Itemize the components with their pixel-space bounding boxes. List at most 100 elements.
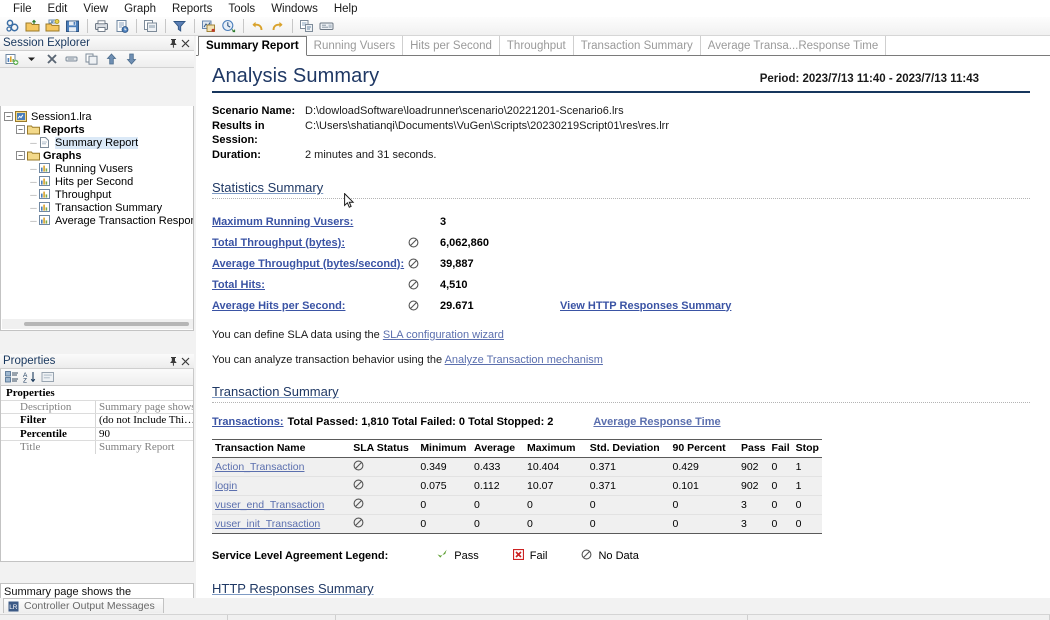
rename-icon[interactable]: [62, 51, 81, 68]
tree-group-reports[interactable]: − Reports: [4, 123, 193, 136]
stat-row-average-throughput: Average Throughput (bytes/second): 39,88…: [212, 253, 1034, 274]
expander-icon[interactable]: −: [4, 112, 13, 121]
table-row[interactable]: Action_Transaction 0.349 0.433 10.404 0.…: [212, 457, 822, 477]
controller-output-messages-tab[interactable]: LR Controller Output Messages: [3, 598, 164, 613]
drill-down-icon[interactable]: [297, 18, 316, 35]
average-response-time-link[interactable]: Average Response Time: [593, 416, 720, 428]
stat-label[interactable]: Total Hits:: [212, 279, 408, 291]
menu-file[interactable]: File: [5, 1, 40, 17]
sla-legend-fail-label: Fail: [529, 549, 548, 562]
sla-legend-no-data: No Data: [581, 549, 639, 563]
open-folder-icon[interactable]: [23, 18, 42, 35]
graph-properties-icon[interactable]: [317, 18, 336, 35]
property-row-title[interactable]: Title Summary Report: [1, 440, 193, 454]
menu-tools[interactable]: Tools: [220, 1, 263, 17]
menu-view[interactable]: View: [75, 1, 116, 17]
property-row-description[interactable]: Description Summary page shows t: [1, 399, 193, 413]
tree-item-throughput[interactable]: ─ Throughput: [4, 188, 193, 201]
properties-group-row[interactable]: ▼ Properties: [1, 386, 193, 400]
filter-icon[interactable]: [170, 18, 189, 35]
table-row[interactable]: vuser_init_Transaction 0 0 0 0 0 3 0 0: [212, 514, 822, 534]
analyze-transaction-mechanism-link[interactable]: Analyze Transaction mechanism: [445, 354, 603, 366]
alphabetical-sort-icon[interactable]: AZ: [22, 370, 37, 384]
menu-graph[interactable]: Graph: [116, 1, 164, 17]
close-icon[interactable]: [180, 356, 191, 367]
tree-item-avg-transaction-response-time[interactable]: ─ Average Transaction Response Ti: [4, 214, 193, 227]
categorized-view-icon[interactable]: [4, 370, 19, 384]
tab-transaction-summary[interactable]: Transaction Summary: [573, 36, 701, 55]
redo-icon[interactable]: [268, 18, 287, 35]
print-icon[interactable]: [92, 18, 111, 35]
tree-item-hits-per-second[interactable]: ─ Hits per Second: [4, 175, 193, 188]
cell-transaction-name[interactable]: Action_Transaction: [212, 457, 351, 477]
table-row[interactable]: vuser_end_Transaction 0 0 0 0 0 3 0 0: [212, 495, 822, 515]
tab-running-vusers[interactable]: Running Vusers: [306, 36, 404, 55]
sla-configuration-wizard-link[interactable]: SLA configuration wizard: [383, 329, 504, 341]
view-http-responses-summary-link[interactable]: View HTTP Responses Summary: [560, 300, 731, 312]
report-icon[interactable]: [112, 18, 131, 35]
add-graph-icon[interactable]: [2, 51, 21, 68]
cell-maximum: 0: [524, 495, 587, 515]
tab-average-transaction-response-time[interactable]: Average Transa...Response Time: [700, 36, 887, 55]
auto-correlate-icon[interactable]: [219, 18, 238, 35]
dropdown-arrow-icon[interactable]: [22, 51, 41, 68]
properties-header: Properties: [0, 354, 194, 369]
tree-item-running-vusers[interactable]: ─ Running Vusers: [4, 162, 193, 175]
transaction-name-link[interactable]: vuser_init_Transaction: [215, 518, 320, 530]
duplicate-icon[interactable]: [82, 51, 101, 68]
table-row[interactable]: login 0.075 0.112 10.07 0.371 0.101 902 …: [212, 476, 822, 496]
session-explorer-tree[interactable]: − Session1.lra − Reports ─ Summary Repor…: [0, 106, 194, 331]
bar-chart-icon: [39, 163, 52, 174]
tree-horizontal-scrollbar[interactable]: [2, 319, 193, 329]
stat-sla-cell: [408, 258, 440, 269]
save-icon[interactable]: [63, 18, 82, 35]
tab-throughput[interactable]: Throughput: [499, 36, 574, 55]
property-pages-icon[interactable]: [40, 370, 55, 384]
folder-icon: [27, 124, 40, 135]
delete-icon[interactable]: [42, 51, 61, 68]
properties-grid[interactable]: ▼ Properties Description Summary page sh…: [0, 386, 194, 562]
expander-icon[interactable]: −: [16, 151, 25, 160]
pin-icon[interactable]: [168, 38, 179, 49]
tree-item-transaction-summary[interactable]: ─ Transaction Summary: [4, 201, 193, 214]
transaction-name-link[interactable]: vuser_end_Transaction: [215, 499, 324, 511]
pin-icon[interactable]: [168, 356, 179, 367]
tab-summary-report[interactable]: Summary Report: [198, 36, 307, 56]
merge-graphs-icon[interactable]: [199, 18, 218, 35]
tree-connector: ─: [30, 176, 37, 187]
move-up-icon[interactable]: [102, 51, 121, 68]
expander-icon[interactable]: −: [16, 125, 25, 134]
cell-average: 0: [471, 514, 525, 534]
sla-legend-title: Service Level Agreement Legend:: [212, 549, 389, 562]
menu-windows[interactable]: Windows: [263, 1, 326, 17]
copy-icon[interactable]: [141, 18, 160, 35]
stat-label[interactable]: Total Throughput (bytes):: [212, 237, 408, 249]
cell-std-deviation: 0: [586, 514, 670, 534]
property-row-percentile[interactable]: Percentile 90: [1, 426, 193, 440]
tree-node-root[interactable]: − Session1.lra: [4, 110, 193, 123]
cell-transaction-name[interactable]: vuser_end_Transaction: [212, 495, 351, 515]
transaction-name-link[interactable]: Action_Transaction: [215, 461, 305, 473]
new-session-icon[interactable]: [3, 18, 22, 35]
tab-hits-per-second[interactable]: Hits per Second: [403, 36, 500, 55]
tree-item-summary-report[interactable]: ─ Summary Report: [4, 136, 193, 149]
cell-fail: 0: [768, 476, 793, 496]
import-data-icon[interactable]: [43, 18, 62, 35]
cell-transaction-name[interactable]: login: [212, 476, 351, 496]
menu-edit[interactable]: Edit: [40, 1, 76, 17]
tree-item-label: Average Transaction Response Ti: [55, 214, 193, 227]
menu-help[interactable]: Help: [326, 1, 366, 17]
transaction-name-link[interactable]: login: [215, 480, 237, 492]
tree-group-graphs[interactable]: − Graphs: [4, 149, 193, 162]
property-row-filter[interactable]: Filter (do not Include Thi…: [1, 413, 193, 427]
close-icon[interactable]: [180, 38, 191, 49]
transactions-link[interactable]: Transactions:: [212, 416, 284, 428]
cell-transaction-name[interactable]: vuser_init_Transaction: [212, 514, 351, 534]
undo-icon[interactable]: [248, 18, 267, 35]
stat-label[interactable]: Maximum Running Vusers:: [212, 216, 408, 228]
move-down-icon[interactable]: [122, 51, 141, 68]
stat-label[interactable]: Average Throughput (bytes/second):: [212, 258, 408, 270]
status-cell-3: [336, 615, 748, 620]
stat-label[interactable]: Average Hits per Second:: [212, 300, 408, 312]
menu-reports[interactable]: Reports: [164, 1, 220, 17]
